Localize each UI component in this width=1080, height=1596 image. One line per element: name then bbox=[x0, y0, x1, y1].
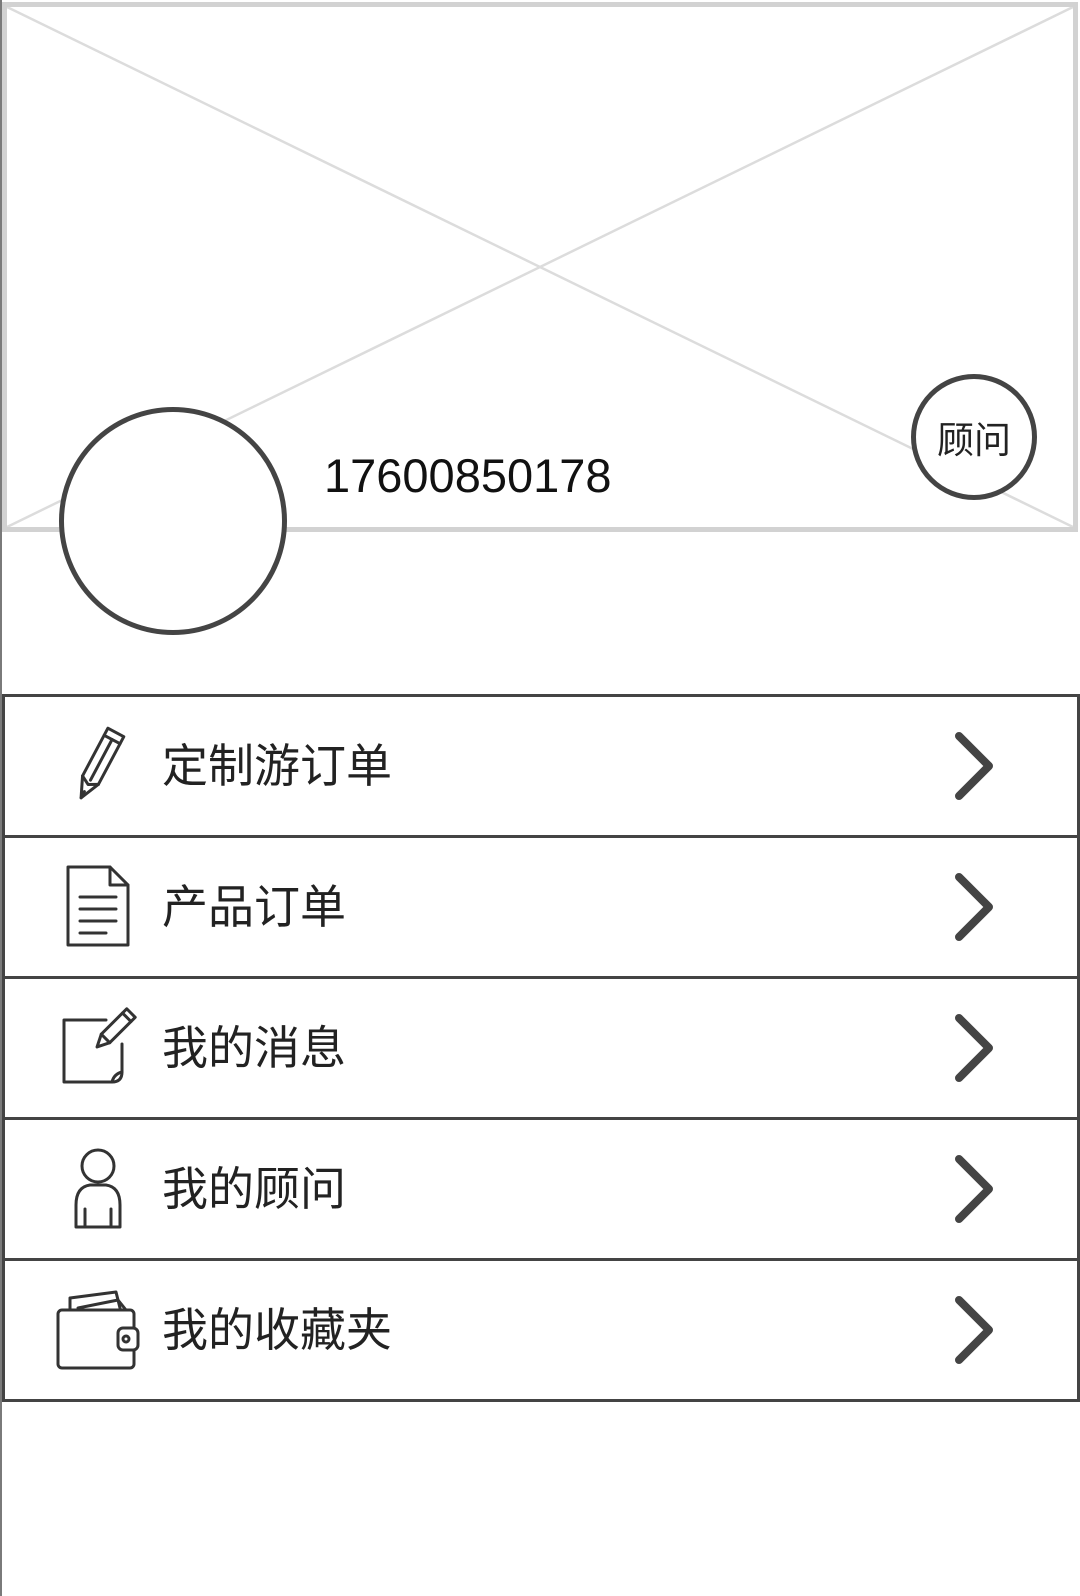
menu-item-my-advisor[interactable]: 我的顾问 bbox=[5, 1120, 1077, 1261]
note-edit-icon bbox=[56, 1006, 140, 1090]
profile-page: 17600850178 顾问 定制游订单 产品订单 我的消息 我的顾问 我的收藏… bbox=[0, 0, 1080, 1596]
menu-item-product-orders[interactable]: 产品订单 bbox=[5, 838, 1077, 979]
menu-item-label: 我的收藏夹 bbox=[162, 1303, 392, 1357]
menu-item-my-messages[interactable]: 我的消息 bbox=[5, 979, 1077, 1120]
chevron-right-icon bbox=[953, 871, 995, 943]
pencil-icon bbox=[56, 724, 140, 808]
profile-menu: 定制游订单 产品订单 我的消息 我的顾问 我的收藏夹 bbox=[2, 694, 1080, 1402]
document-icon bbox=[56, 865, 140, 949]
user-icon bbox=[56, 1147, 140, 1231]
chevron-right-icon bbox=[953, 1153, 995, 1225]
menu-item-my-favorites[interactable]: 我的收藏夹 bbox=[5, 1261, 1077, 1402]
menu-item-label: 定制游订单 bbox=[162, 739, 392, 793]
menu-item-label: 产品订单 bbox=[162, 880, 346, 934]
wallet-icon bbox=[56, 1288, 140, 1372]
chevron-right-icon bbox=[953, 1294, 995, 1366]
menu-item-label: 我的顾问 bbox=[162, 1162, 346, 1216]
menu-item-custom-tour-orders[interactable]: 定制游订单 bbox=[5, 697, 1077, 838]
avatar[interactable] bbox=[59, 407, 287, 635]
menu-item-label: 我的消息 bbox=[162, 1021, 346, 1075]
user-phone-number: 17600850178 bbox=[324, 449, 612, 502]
advisor-button[interactable]: 顾问 bbox=[911, 374, 1037, 500]
chevron-right-icon bbox=[953, 730, 995, 802]
advisor-button-label: 顾问 bbox=[937, 419, 1011, 462]
chevron-right-icon bbox=[953, 1012, 995, 1084]
